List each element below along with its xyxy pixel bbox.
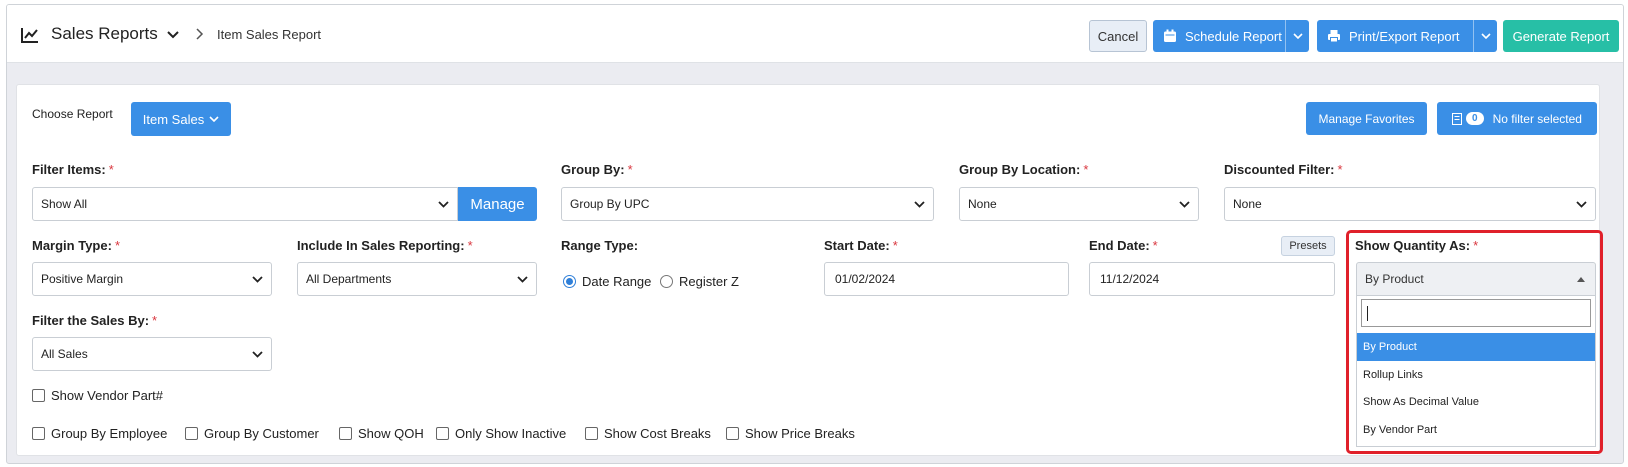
printer-icon xyxy=(1328,30,1340,43)
chevron-down-icon xyxy=(517,276,528,283)
start-date-input[interactable]: 01/02/2024 xyxy=(824,262,1069,296)
chevron-down-icon xyxy=(914,201,925,208)
show-vendor-part-label[interactable]: Show Vendor Part# xyxy=(51,388,163,403)
date-range-radio[interactable] xyxy=(563,275,576,288)
chevron-right-icon xyxy=(196,28,204,40)
manage-filter-button[interactable]: Manage xyxy=(458,187,537,221)
generate-report-button[interactable]: Generate Report xyxy=(1503,20,1619,52)
include-in-sales-select[interactable]: All Departments xyxy=(297,262,537,296)
show-cost-breaks-label[interactable]: Show Cost Breaks xyxy=(604,426,711,441)
print-export-button[interactable]: Print/Export Report xyxy=(1317,20,1497,52)
chevron-down-icon xyxy=(1480,33,1491,39)
group-by-employee-label[interactable]: Group By Employee xyxy=(51,426,167,441)
print-export-label: Print/Export Report xyxy=(1349,28,1460,44)
show-qoh-checkbox[interactable] xyxy=(339,427,352,440)
schedule-report-button[interactable]: Schedule Report xyxy=(1153,20,1309,52)
only-show-inactive-checkbox[interactable] xyxy=(436,427,449,440)
include-in-sales-label: Include In Sales Reporting: * xyxy=(297,238,473,253)
filter-sales-by-label: Filter the Sales By: * xyxy=(32,313,158,328)
group-by-location-value: None xyxy=(968,197,997,211)
chevron-down-icon xyxy=(209,116,219,122)
group-by-location-select[interactable]: None xyxy=(959,187,1199,221)
group-by-customer-checkbox[interactable] xyxy=(185,427,198,440)
group-by-label: Group By: * xyxy=(561,162,633,177)
manage-favorites-button[interactable]: Manage Favorites xyxy=(1306,102,1427,135)
margin-type-value: Positive Margin xyxy=(41,272,124,286)
filter-items-label: Filter Items: * xyxy=(32,162,114,177)
page-header: Sales Reports Item Sales Report Cancel S… xyxy=(7,5,1623,63)
filter-sales-by-value: All Sales xyxy=(41,347,88,361)
chevron-down-icon xyxy=(1179,201,1190,208)
end-date-input[interactable]: 11/12/2024 xyxy=(1089,262,1335,296)
group-by-value: Group By UPC xyxy=(570,197,650,211)
schedule-report-label: Schedule Report xyxy=(1185,28,1282,44)
choose-report-label: Choose Report xyxy=(32,107,113,121)
filter-list-icon xyxy=(1452,112,1463,125)
chevron-down-icon xyxy=(252,276,263,283)
highlight-box xyxy=(1346,230,1603,454)
chevron-down-icon xyxy=(252,351,263,358)
range-type-label: Range Type: xyxy=(561,238,639,253)
show-price-breaks-label[interactable]: Show Price Breaks xyxy=(745,426,855,441)
chevron-down-icon xyxy=(438,201,449,208)
margin-type-label: Margin Type: * xyxy=(32,238,120,253)
discounted-filter-value: None xyxy=(1233,197,1262,211)
group-by-select[interactable]: Group By UPC xyxy=(561,187,934,221)
show-qoh-label[interactable]: Show QOH xyxy=(358,426,424,441)
discounted-filter-label: Discounted Filter: * xyxy=(1224,162,1343,177)
filter-status-button[interactable]: 0 No filter selected xyxy=(1437,102,1597,135)
group-by-customer-label[interactable]: Group By Customer xyxy=(204,426,319,441)
chevron-down-icon xyxy=(1292,33,1303,39)
register-z-radio[interactable] xyxy=(660,275,673,288)
filter-items-value: Show All xyxy=(41,197,88,211)
filter-count-badge: 0 xyxy=(1466,112,1484,125)
date-presets-button[interactable]: Presets xyxy=(1281,236,1335,256)
include-in-sales-value: All Departments xyxy=(306,272,392,286)
filter-status-label: No filter selected xyxy=(1492,111,1582,126)
discounted-filter-select[interactable]: None xyxy=(1224,187,1596,221)
filter-sales-by-select[interactable]: All Sales xyxy=(32,337,272,371)
date-range-radio-label[interactable]: Date Range xyxy=(582,274,651,289)
filter-items-select[interactable]: Show All xyxy=(32,187,458,221)
start-date-label: Start Date: * xyxy=(824,238,898,253)
group-by-location-label: Group By Location: * xyxy=(959,162,1089,177)
show-cost-breaks-checkbox[interactable] xyxy=(585,427,598,440)
group-by-employee-checkbox[interactable] xyxy=(32,427,45,440)
chevron-down-icon xyxy=(1576,201,1587,208)
breadcrumb: Item Sales Report xyxy=(217,27,322,42)
report-type-dropdown[interactable]: Item Sales xyxy=(131,102,231,136)
calendar-icon xyxy=(1164,29,1176,42)
schedule-dropdown-toggle[interactable] xyxy=(1285,20,1309,52)
cancel-button[interactable]: Cancel xyxy=(1089,20,1147,52)
report-type-label: Item Sales xyxy=(142,111,205,127)
end-date-label: End Date: * xyxy=(1089,238,1158,253)
show-vendor-part-checkbox[interactable] xyxy=(32,389,45,402)
chevron-down-icon[interactable] xyxy=(167,31,179,39)
only-show-inactive-label[interactable]: Only Show Inactive xyxy=(455,426,566,441)
margin-type-select[interactable]: Positive Margin xyxy=(32,262,272,296)
page-title[interactable]: Sales Reports xyxy=(51,24,158,44)
line-chart-icon xyxy=(21,28,38,43)
print-dropdown-toggle[interactable] xyxy=(1473,20,1497,52)
show-price-breaks-checkbox[interactable] xyxy=(726,427,739,440)
register-z-radio-label[interactable]: Register Z xyxy=(679,274,739,289)
